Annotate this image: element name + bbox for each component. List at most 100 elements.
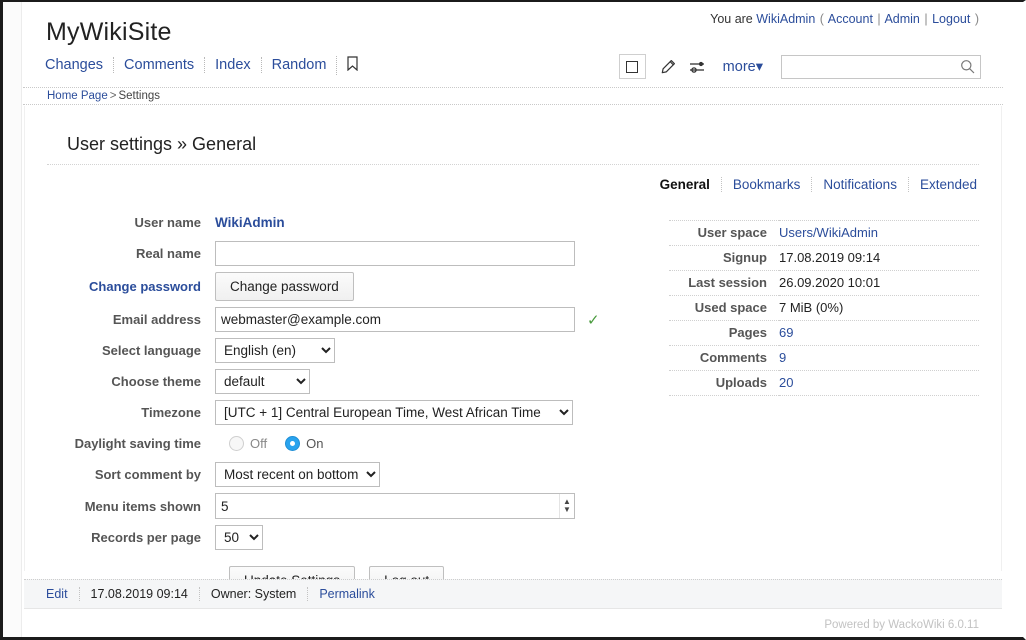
menu-items-input[interactable]	[215, 493, 575, 519]
row-sort-comment: Sort comment by Most recent on bottom	[47, 462, 647, 487]
table-row: User space Users/WikiAdmin	[669, 221, 979, 246]
label-change-password[interactable]: Change password	[47, 279, 215, 294]
row-email: Email address ✓	[47, 307, 647, 332]
records-per-page-select[interactable]: 50	[215, 525, 263, 550]
info-key-last-session: Last session	[669, 271, 779, 296]
breadcrumb: Home Page>Settings	[23, 87, 1003, 105]
footer-edit[interactable]: Edit	[46, 587, 79, 601]
row-menu-items: Menu items shown ▲ ▼	[47, 493, 647, 519]
info-value-pages: 69	[779, 321, 979, 346]
table-row: Comments 9	[669, 346, 979, 371]
check-icon: ✓	[587, 311, 600, 329]
sliders-icon[interactable]	[685, 55, 711, 79]
page-header: MyWikiSite You are WikiAdmin ( Account |…	[23, 2, 1003, 88]
info-key-signup: Signup	[669, 246, 779, 271]
pencil-icon[interactable]	[655, 55, 681, 79]
settings-tabs: General Bookmarks Notifications Extended	[47, 165, 979, 192]
chevron-down-icon: ▾	[756, 59, 763, 75]
row-dst: Daylight saving time Off On	[47, 431, 647, 456]
language-select[interactable]: English (en)	[215, 338, 335, 363]
account-link[interactable]: Account	[828, 12, 873, 26]
bookmark-icon[interactable]	[336, 56, 358, 75]
label-timezone: Timezone	[47, 405, 215, 420]
page-square-glyph	[626, 61, 638, 73]
nav-item-comments[interactable]: Comments	[113, 57, 204, 73]
label-email: Email address	[47, 312, 215, 327]
search-wrapper	[781, 55, 981, 79]
footer-permalink[interactable]: Permalink	[307, 587, 386, 601]
table-row: Uploads 20	[669, 371, 979, 396]
paren-close: )	[974, 12, 980, 26]
label-sort-comment: Sort comment by	[47, 467, 215, 482]
row-change-password: Change password Change password	[47, 272, 647, 301]
table-row: Used space 7 MiB (0%)	[669, 296, 979, 321]
nav-item-changes[interactable]: Changes	[45, 57, 113, 73]
dst-radio-group: Off On	[215, 436, 335, 451]
tab-general[interactable]: General	[649, 177, 721, 192]
settings-columns: User name WikiAdmin Real name Change pas…	[47, 192, 979, 595]
comments-link[interactable]: 9	[779, 350, 786, 365]
page-left-gutter	[3, 2, 22, 637]
dst-radio-on[interactable]	[285, 436, 300, 451]
table-row: Signup 17.08.2019 09:14	[669, 246, 979, 271]
info-value-comments: 9	[779, 346, 979, 371]
breadcrumb-home[interactable]: Home Page	[47, 90, 108, 102]
tab-extended[interactable]: Extended	[908, 177, 977, 192]
sort-comment-select[interactable]: Most recent on bottom	[215, 462, 380, 487]
nav-item-index[interactable]: Index	[204, 57, 260, 73]
dst-label-on: On	[306, 436, 323, 451]
logout-link[interactable]: Logout	[932, 12, 970, 26]
change-password-button[interactable]: Change password	[215, 272, 354, 301]
user-space-link[interactable]: Users/WikiAdmin	[779, 225, 878, 240]
dst-label-off: Off	[250, 436, 267, 451]
nav-item-random[interactable]: Random	[261, 57, 337, 73]
dst-radio-off[interactable]	[229, 436, 244, 451]
info-value-last-session: 26.09.2020 10:01	[779, 271, 979, 296]
paren-open: (	[819, 12, 825, 26]
breadcrumb-chevron: >	[108, 90, 119, 102]
nav-comments-link[interactable]: Comments	[124, 56, 204, 74]
info-key-comments: Comments	[669, 346, 779, 371]
search-input[interactable]	[781, 55, 981, 79]
info-key-uploads: Uploads	[669, 371, 779, 396]
value-user-name: WikiAdmin	[215, 215, 285, 230]
account-info-table: User space Users/WikiAdmin Signup 17.08.…	[669, 220, 979, 396]
admin-link[interactable]: Admin	[884, 12, 919, 26]
footer-permalink-link[interactable]: Permalink	[319, 587, 375, 601]
footer-owner: Owner: System	[199, 587, 307, 601]
row-language: Select language English (en)	[47, 338, 647, 363]
page-footer: Edit 17.08.2019 09:14 Owner: System Perm…	[24, 579, 1002, 609]
menu-items-wrapper: ▲ ▼	[215, 493, 575, 519]
tab-bookmarks[interactable]: Bookmarks	[721, 177, 812, 192]
current-user-link[interactable]: WikiAdmin	[756, 12, 815, 26]
nav-changes-link[interactable]: Changes	[45, 56, 113, 74]
toolbar: more▾	[619, 54, 981, 79]
footer-edit-link[interactable]: Edit	[46, 587, 68, 601]
menu-items-stepper[interactable]: ▲ ▼	[559, 494, 574, 518]
theme-select[interactable]: default	[215, 369, 310, 394]
label-records-per-page: Records per page	[47, 530, 215, 545]
email-input[interactable]	[215, 307, 575, 332]
info-value-signup: 17.08.2019 09:14	[779, 246, 979, 271]
browser-window: MyWikiSite You are WikiAdmin ( Account |…	[0, 0, 1026, 640]
uploads-link[interactable]: 20	[779, 375, 793, 390]
real-name-input[interactable]	[215, 241, 575, 266]
nav-random-link[interactable]: Random	[272, 56, 337, 74]
user-bar-prefix: You are	[710, 12, 753, 26]
label-menu-items: Menu items shown	[47, 499, 215, 514]
nav-index-link[interactable]: Index	[215, 56, 260, 74]
account-info-panel: User space Users/WikiAdmin Signup 17.08.…	[647, 210, 979, 595]
page-square-icon[interactable]	[619, 54, 646, 79]
label-dst: Daylight saving time	[47, 436, 215, 451]
info-key-used-space: Used space	[669, 296, 779, 321]
pages-link[interactable]: 69	[779, 325, 793, 340]
label-user-name: User name	[47, 215, 215, 230]
more-label: more	[723, 59, 756, 75]
stepper-down-icon[interactable]: ▼	[563, 506, 571, 514]
navigation-row: Changes Comments Index Random	[45, 56, 981, 86]
more-dropdown[interactable]: more▾	[723, 59, 763, 75]
row-theme: Choose theme default	[47, 369, 647, 394]
timezone-select[interactable]: [UTC + 1] Central European Time, West Af…	[215, 400, 573, 425]
info-value-user-space: Users/WikiAdmin	[779, 221, 979, 246]
tab-notifications[interactable]: Notifications	[811, 177, 908, 192]
